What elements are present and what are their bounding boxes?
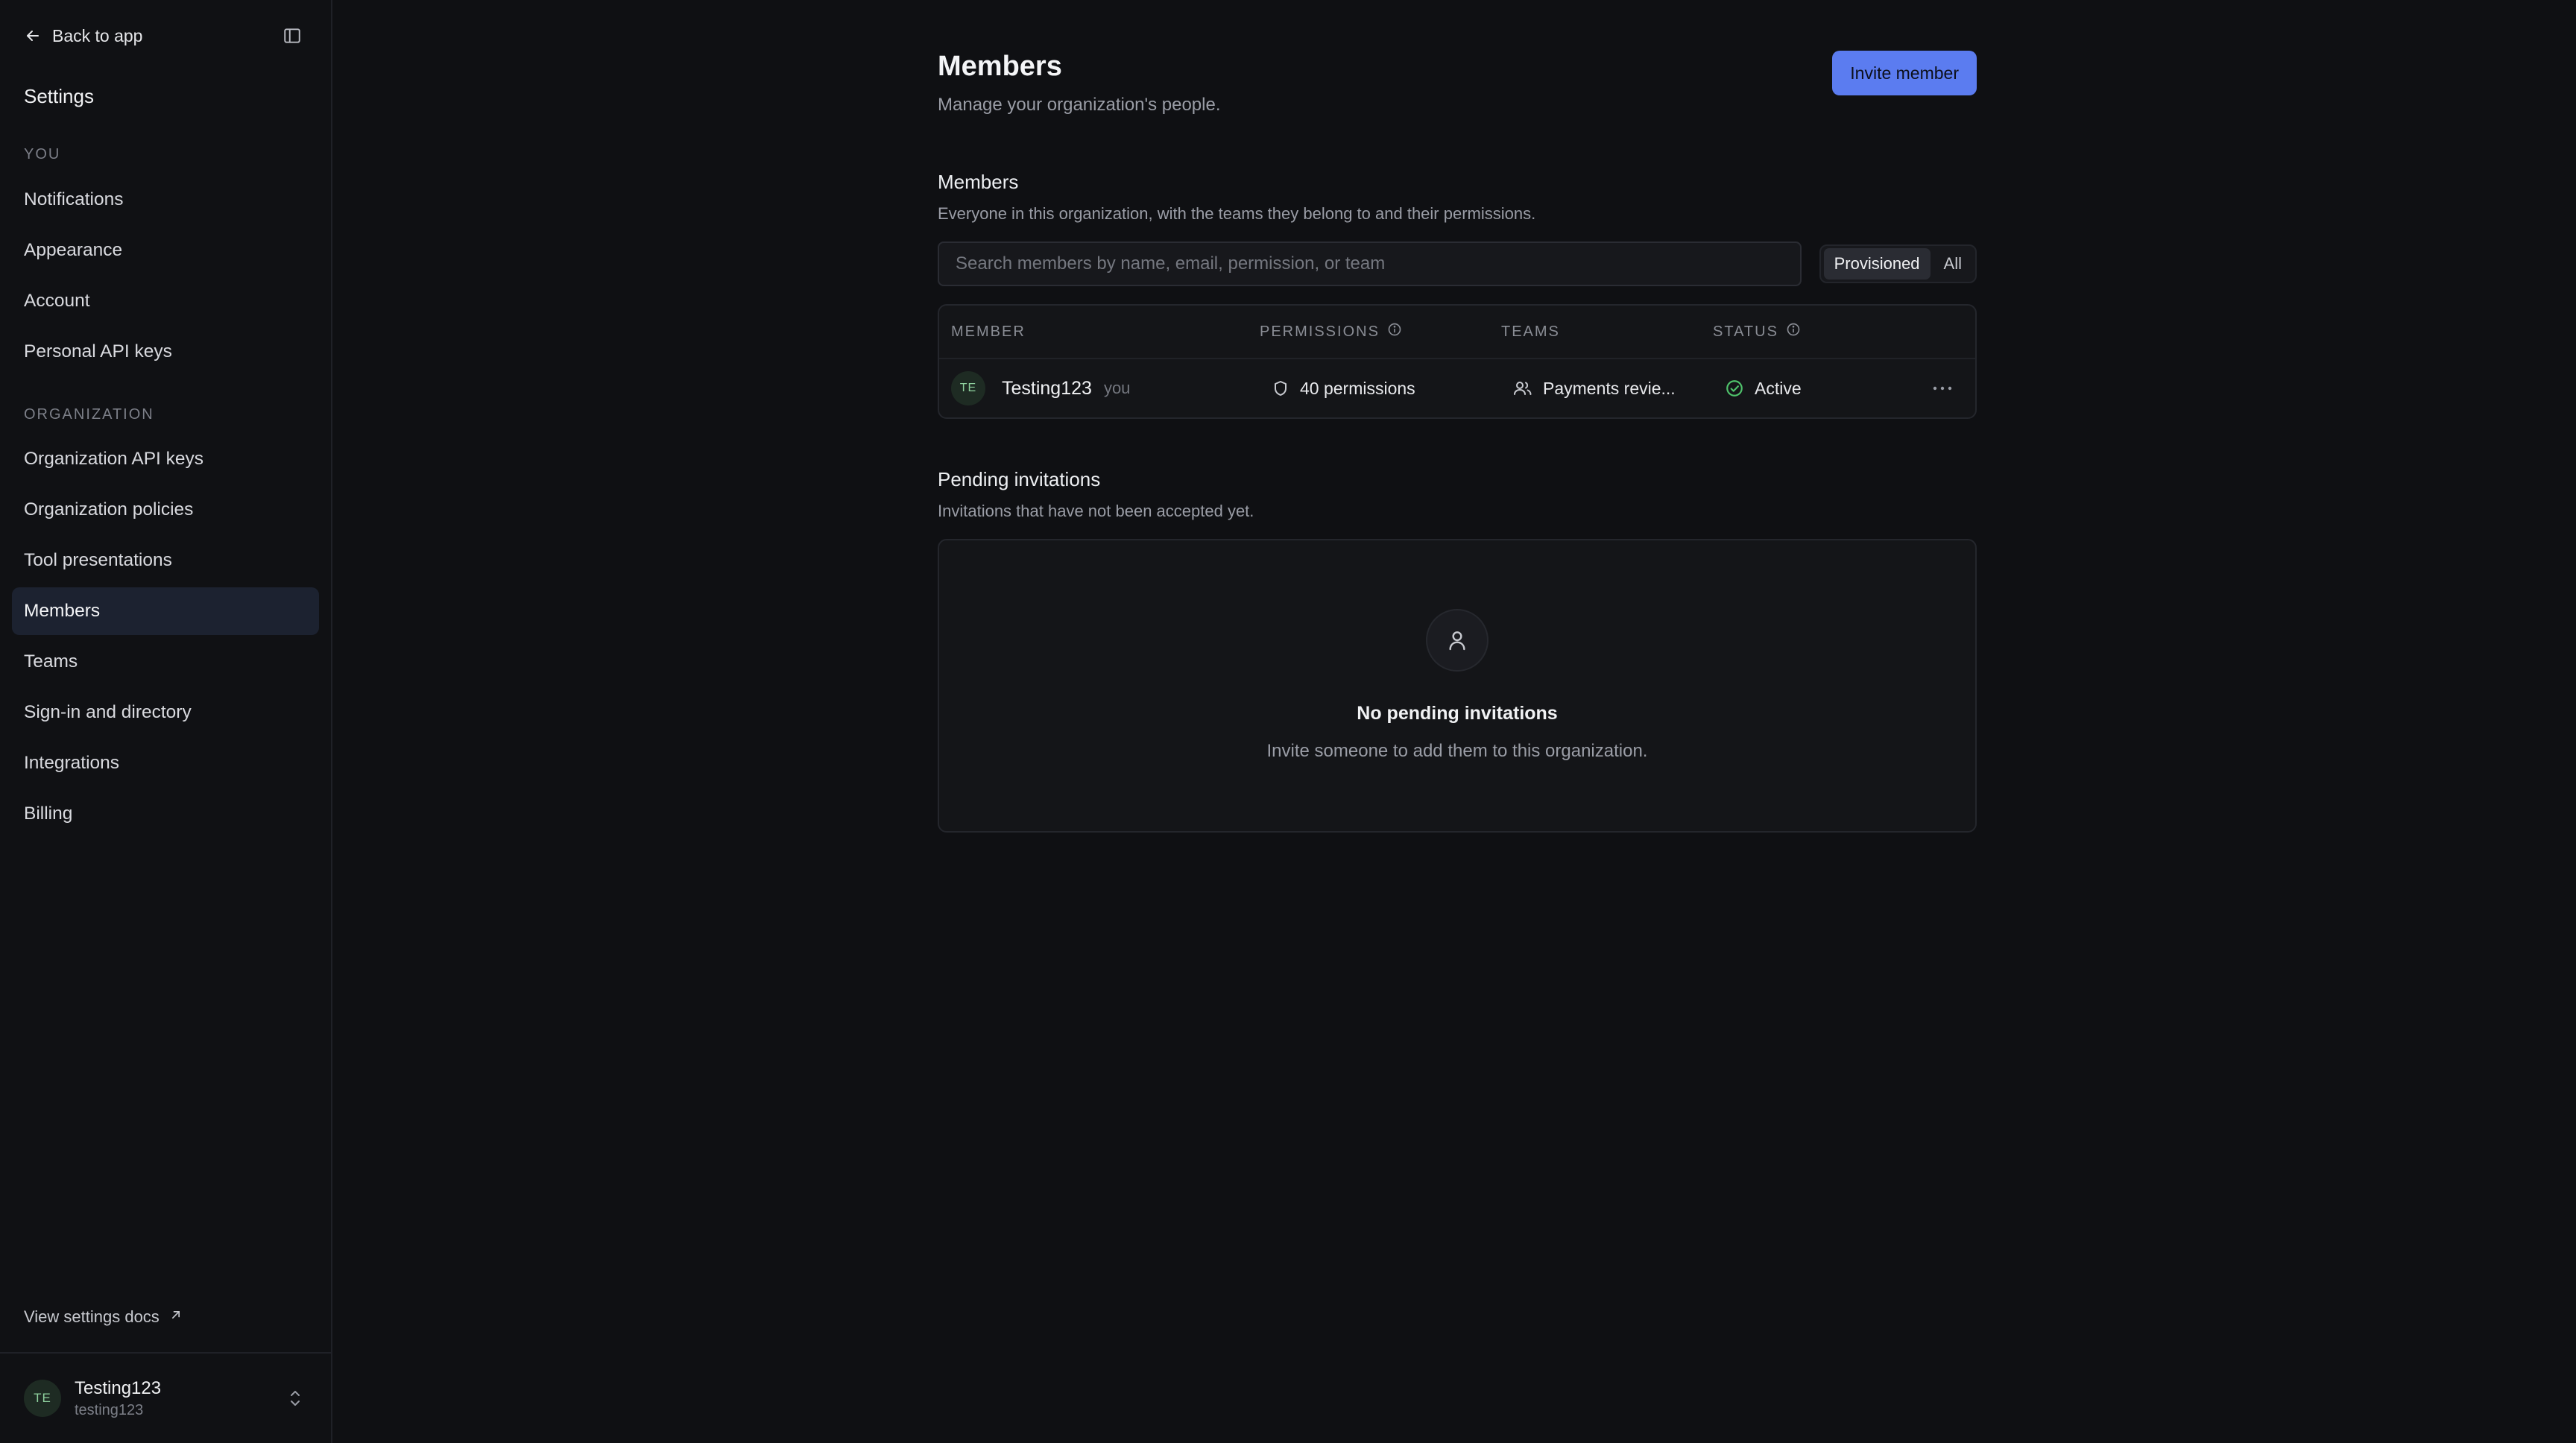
sidebar-item-sign-in-and-directory[interactable]: Sign-in and directory [12,689,319,736]
pending-invitations-section: Pending invitations Invitations that hav… [938,468,1977,833]
sidebar-item-notifications[interactable]: Notifications [12,176,319,224]
sidebar-header: Back to app [24,21,307,51]
column-header-status-label: STATUS [1713,323,1778,340]
sidebar-item-organization-policies[interactable]: Organization policies [12,486,319,534]
sidebar-item-integrations[interactable]: Integrations [12,739,319,787]
sidebar-item-personal-api-keys[interactable]: Personal API keys [12,328,319,376]
members-section-description: Everyone in this organization, with the … [938,204,1536,223]
search-box [938,241,1802,286]
column-header-teams: TEAMS [1501,323,1713,341]
column-header-permissions-label: PERMISSIONS [1260,323,1380,340]
members-page: Members Manage your organization's peopl… [938,51,1977,833]
docs-link-label: View settings docs [24,1307,160,1326]
sidebar-item-teams[interactable]: Teams [12,638,319,686]
section-label-you: YOU [24,146,61,162]
empty-state-title: No pending invitations [1357,703,1558,724]
external-link-icon [168,1307,183,1327]
sidebar-item-appearance[interactable]: Appearance [12,227,319,274]
search-row: Provisioned All [938,241,1977,286]
back-to-app-link[interactable]: Back to app [24,26,142,46]
sidebar-item-organization-api-keys[interactable]: Organization API keys [12,435,319,483]
nav-list-you: Notifications Appearance Account Persona… [12,176,319,379]
you-tag: you [1103,379,1131,397]
page-header-text: Members Manage your organization's peopl… [938,51,1221,116]
user-icon [1426,609,1489,672]
settings-sidebar: Back to app Settings YOU Notifications A… [0,0,332,1443]
column-header-status: STATUS [1713,322,1896,341]
table-header: MEMBER PERMISSIONS TEAMS STATUS [939,306,1975,359]
team-name: Payments revie... [1543,378,1676,398]
page-header: Members Manage your organization's peopl… [938,51,1977,116]
column-header-teams-label: TEAMS [1501,323,1560,340]
chevron-updown-icon[interactable] [283,1383,307,1413]
filter-all[interactable]: All [1933,248,1972,280]
column-header-member-label: MEMBER [951,323,1026,340]
pending-section-title: Pending invitations [938,468,1101,490]
check-circle-icon [1725,379,1744,398]
user-switcher[interactable]: TE Testing123 testing123 [0,1352,331,1443]
user-info: Testing123 testing123 [75,1378,283,1419]
members-section-title: Members [938,171,1019,193]
empty-state-description: Invite someone to add them to this organ… [1266,741,1648,761]
permissions-count: 40 permissions [1300,378,1415,398]
users-icon [1513,379,1532,397]
avatar: TE [24,1380,61,1417]
sidebar-item-billing[interactable]: Billing [12,790,319,838]
pending-empty-state: No pending invitations Invite someone to… [938,539,1977,833]
teams-cell[interactable]: Payments revie... [1501,379,1713,399]
pending-section-description: Invitations that have not been accepted … [938,502,1254,520]
search-input[interactable] [954,253,1785,275]
sidebar-item-tool-presentations[interactable]: Tool presentations [12,537,319,584]
info-icon[interactable] [1786,322,1801,341]
shield-icon [1272,379,1289,397]
invite-member-button[interactable]: Invite member [1832,51,1977,95]
avatar: TE [951,371,985,405]
settings-title: Settings [24,85,94,107]
sidebar-item-account[interactable]: Account [12,277,319,325]
page-title: Members [938,51,1062,82]
members-section: Members Everyone in this organization, w… [938,171,1977,419]
arrow-left-icon [24,27,42,45]
user-handle: testing123 [75,1401,144,1418]
filter-provisioned[interactable]: Provisioned [1823,248,1931,280]
page-subtitle: Manage your organization's people. [938,95,1221,115]
column-header-member: MEMBER [939,323,1260,341]
member-name: Testing123 [1002,377,1092,399]
view-settings-docs-link[interactable]: View settings docs [24,1307,183,1327]
sidebar-toggle-icon[interactable] [277,21,307,51]
nav-list-organization: Organization API keys Organization polic… [12,435,319,841]
status-cell: Active [1713,379,1896,399]
member-cell: TE Testing123 you [939,371,1260,405]
permissions-cell[interactable]: 40 permissions [1260,379,1501,399]
user-name: Testing123 [75,1377,162,1398]
row-actions-cell [1896,385,1975,391]
main-content: Members Manage your organization's peopl… [332,0,2576,1443]
more-horizontal-icon[interactable] [1932,385,1953,391]
back-to-app-label: Back to app [52,25,143,45]
filter-segmented-control: Provisioned All [1819,244,1977,283]
info-icon[interactable] [1387,322,1402,341]
section-label-organization: ORGANIZATION [24,406,154,423]
column-header-permissions: PERMISSIONS [1260,322,1501,341]
status-badge: Active [1755,378,1802,398]
sidebar-item-members[interactable]: Members [12,587,319,635]
table-row[interactable]: TE Testing123 you 40 permissions Payment… [939,359,1975,417]
members-table: MEMBER PERMISSIONS TEAMS STATUS TE Testi… [938,304,1977,419]
